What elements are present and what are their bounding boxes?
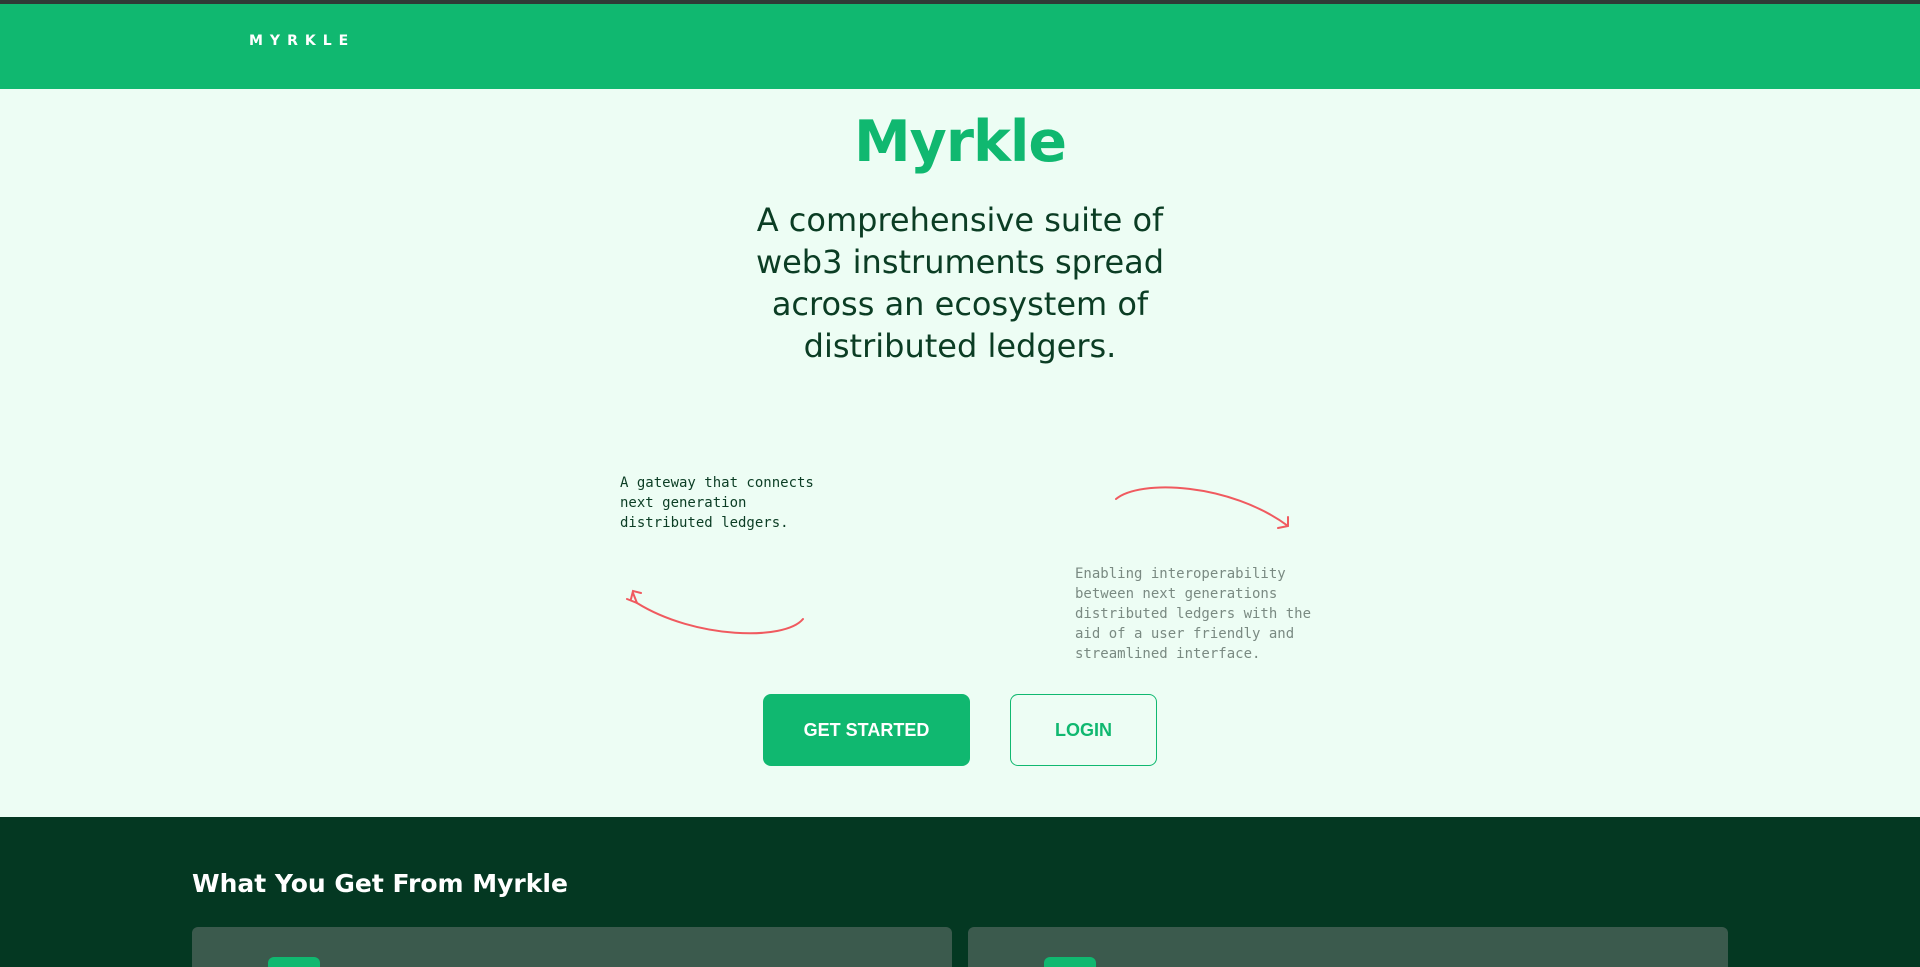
features-section: What You Get From Myrkle (0, 817, 1920, 967)
hero-section: Myrkle A comprehensive suite of web3 ins… (0, 89, 1920, 817)
feature-card (968, 927, 1728, 967)
get-started-button[interactable]: GET STARTED (763, 694, 970, 766)
features-heading: What You Get From Myrkle (192, 869, 568, 898)
top-navbar: MYRKLE (0, 4, 1920, 89)
hero-subtitle: A comprehensive suite of web3 instrument… (755, 201, 1165, 365)
brand-logo[interactable]: MYRKLE (249, 33, 355, 49)
feature-card (192, 927, 952, 967)
hero-title: Myrkle (853, 109, 1067, 175)
curved-arrow-right-icon (1115, 486, 1289, 529)
feature-icon (1044, 957, 1096, 967)
feature-icon (268, 957, 320, 967)
gateway-note: A gateway that connects next generation … (620, 475, 814, 531)
login-button[interactable]: LOGIN (1010, 694, 1157, 766)
curved-arrow-left-icon (626, 589, 804, 635)
interoperability-note: Enabling interoperability between next g… (1075, 566, 1312, 662)
